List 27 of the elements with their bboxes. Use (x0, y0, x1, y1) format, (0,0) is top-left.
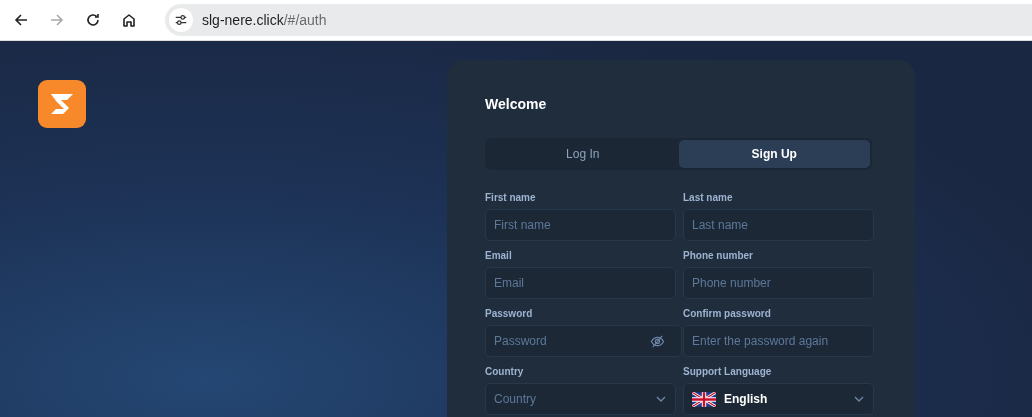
password-field[interactable]: Password (485, 325, 682, 357)
hidden-eye-icon[interactable] (650, 334, 665, 349)
input-field[interactable]: Last name (683, 209, 874, 241)
back-icon[interactable] (13, 12, 29, 28)
field-label: Last name (683, 192, 734, 203)
input-field[interactable]: Phone number (683, 267, 874, 299)
flag-icon (692, 391, 716, 407)
url-text: slg-nere.click/#/auth (202, 12, 327, 28)
field-label: Password (485, 308, 534, 319)
field-label: First name (485, 192, 537, 203)
address-bar[interactable]: slg-nere.click/#/auth (165, 4, 1032, 36)
input-field[interactable]: First name (485, 209, 676, 241)
logo-icon (38, 80, 86, 128)
field-label: Email (485, 250, 513, 261)
welcome-title: Welcome (485, 96, 548, 112)
site-settings-icon[interactable] (169, 8, 193, 32)
auth-tab[interactable]: Log In (487, 140, 679, 168)
input-field[interactable]: Enter the password again (683, 325, 874, 357)
home-icon[interactable] (121, 12, 137, 28)
auth-tab[interactable]: Sign Up (678, 140, 870, 168)
reload-icon[interactable] (85, 12, 101, 28)
field-label: Phone number (683, 250, 754, 261)
field-label: Confirm password (683, 308, 772, 319)
field-label: Support Language (683, 366, 773, 377)
field-label: Country (485, 366, 525, 377)
input-field[interactable]: Email (485, 267, 676, 299)
language-dropdown[interactable]: English (683, 383, 874, 415)
